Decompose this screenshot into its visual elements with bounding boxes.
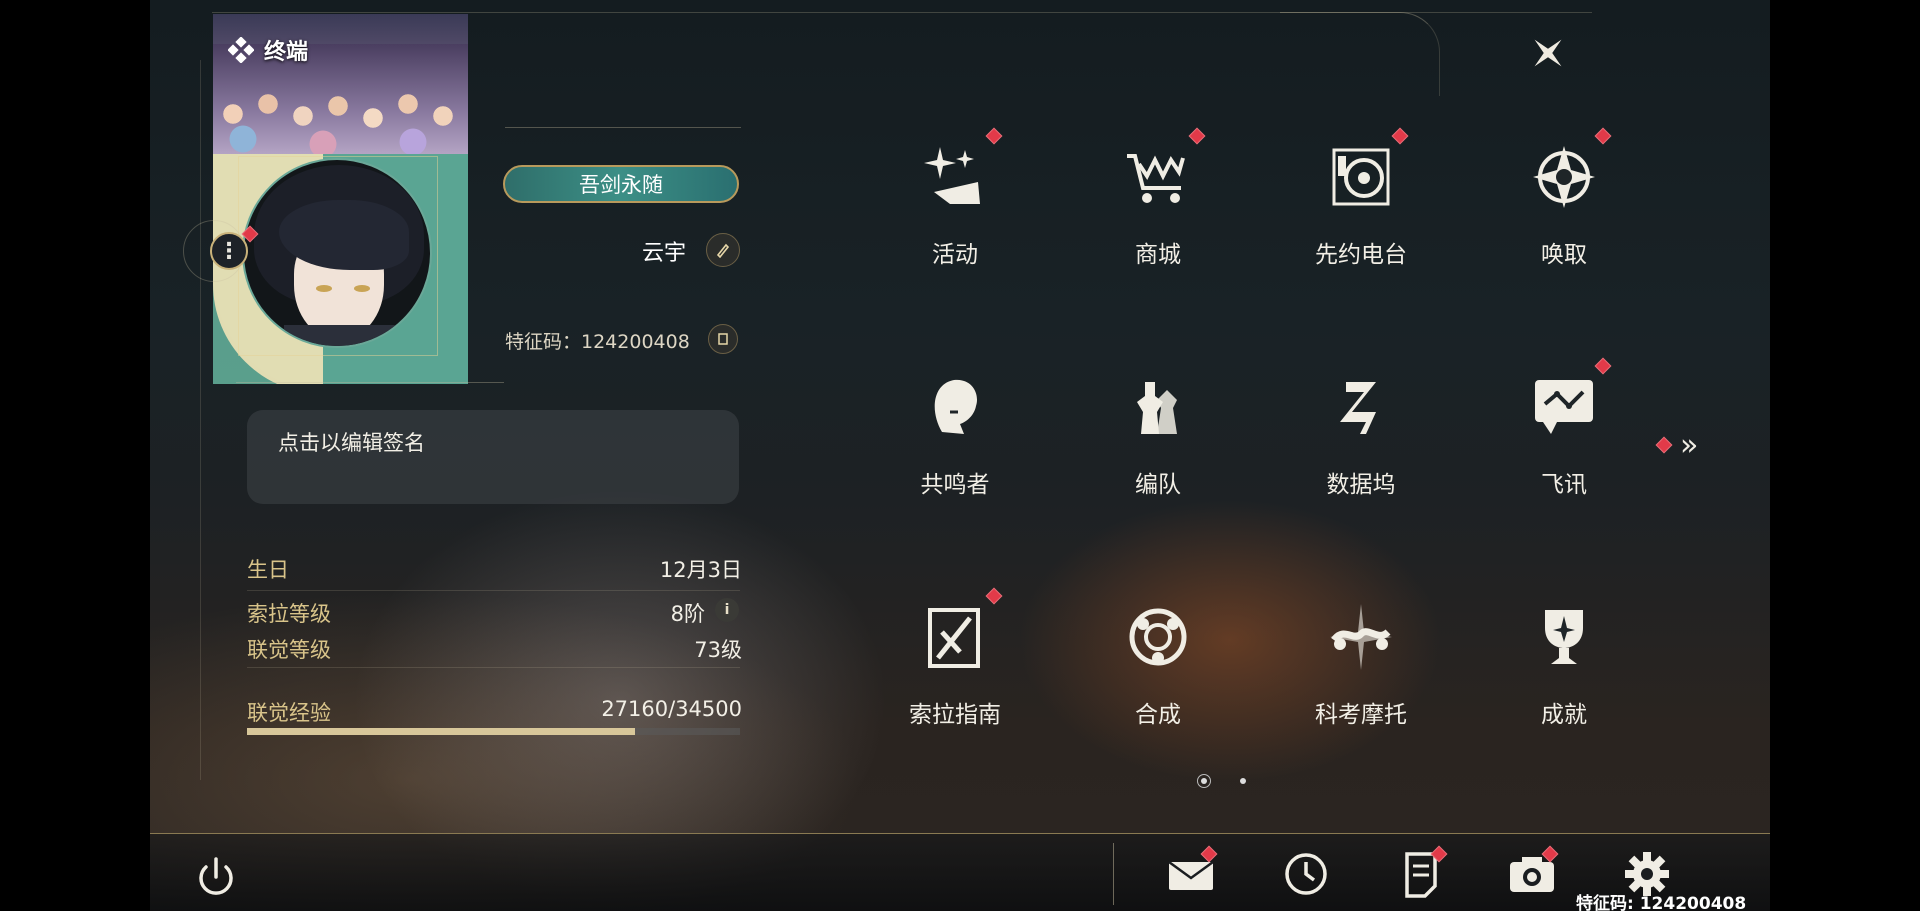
union-level-value: 73级 (694, 638, 742, 662)
next-page-button[interactable]: » (1655, 428, 1699, 463)
menu-item-label: 共鸣者 (920, 472, 990, 498)
menu-item-label: 唤取 (1541, 242, 1587, 268)
birthday-label: 生日 (247, 558, 289, 582)
bottom-bar-line (150, 833, 1770, 834)
avatar-menu-button[interactable]: ⋮ (210, 232, 248, 270)
menu-item-label: 编队 (1135, 472, 1181, 498)
copy-icon (718, 333, 728, 345)
sola-level-label: 索拉等级 (247, 602, 331, 626)
edit-name-button[interactable] (706, 233, 740, 267)
signature-box[interactable] (247, 410, 739, 504)
chess-team-icon (1137, 382, 1177, 434)
menu-item-1[interactable]: 活动 (885, 127, 1025, 312)
clock-icon (1285, 853, 1327, 895)
power-icon (199, 857, 233, 895)
menu-item-label: 先约电台 (1315, 242, 1407, 268)
exp-progress-fill (247, 728, 636, 735)
menu-item-label: 商城 (1135, 242, 1181, 268)
notes-button[interactable] (1395, 845, 1448, 900)
menu-item-label: 数据坞 (1326, 472, 1396, 498)
avatar-eye (316, 285, 332, 292)
pencil-icon (716, 243, 730, 258)
diamond-grid-icon (228, 37, 254, 63)
guide-icon (928, 608, 980, 668)
menu-item-label: 索拉指南 (909, 702, 1001, 728)
info-icon[interactable]: i (715, 598, 739, 622)
stat-divider (247, 590, 740, 591)
more-vertical-icon: ⋮ (218, 238, 240, 264)
copy-code-button[interactable] (708, 324, 738, 354)
motorbike-icon (1330, 604, 1392, 670)
banner-bottom-line (236, 382, 504, 383)
menu-item-12[interactable]: 成就 (1494, 592, 1634, 772)
menu-item-label: 飞讯 (1541, 472, 1587, 498)
feature-code: 特征码：124200408 (505, 331, 690, 353)
signature-text[interactable]: 点击以编辑签名 (278, 427, 425, 457)
union-exp-value: 27160/34500 (601, 697, 742, 721)
menu-item-label: 合成 (1135, 702, 1181, 728)
close-icon (1534, 39, 1562, 67)
clock-button[interactable] (1280, 848, 1332, 900)
compass-star-icon (1533, 146, 1595, 208)
message-screen-icon (1535, 380, 1593, 434)
title-badge-text: 吾剑永随 (579, 173, 663, 197)
menu-item-10[interactable]: 合成 (1088, 592, 1228, 772)
character-head-icon (934, 379, 978, 434)
player-name: 云宇 (642, 241, 687, 266)
terminal-title: 终端 (264, 40, 309, 65)
screen: { "header": {"terminal_title": "终端"}, "p… (0, 0, 1920, 911)
synthesis-icon (1129, 608, 1187, 666)
page-dot-1 (1201, 778, 1207, 784)
title-badge[interactable]: 吾剑永随 (503, 165, 739, 203)
bottom-separator (1113, 843, 1114, 905)
sola-level-value: 8阶 (670, 602, 705, 626)
menu-item-label: 科考摩托 (1315, 702, 1407, 728)
mail-button[interactable] (1165, 845, 1218, 900)
union-level-label: 联觉等级 (247, 638, 331, 662)
profile-divider (505, 127, 741, 128)
footer-uid: 特征码: 124200408 (1576, 894, 1747, 911)
menu-item-9[interactable]: 索拉指南 (885, 587, 1025, 772)
union-exp-label: 联觉经验 (247, 701, 331, 725)
terminal-header: 终端 (228, 34, 308, 66)
exp-progress-bar (247, 728, 740, 735)
menu-item-label: 活动 (932, 242, 978, 268)
trophy-icon (1545, 610, 1583, 664)
menu-item-5[interactable]: 共鸣者 (885, 362, 1025, 542)
shop-cart-icon (1127, 154, 1185, 203)
data-dock-icon (1340, 382, 1376, 434)
sparkle-activity-icon (924, 147, 980, 204)
avatar-eye (354, 285, 370, 292)
avatar[interactable] (242, 158, 432, 348)
menu-item-8[interactable]: 飞讯 (1494, 357, 1634, 542)
stat-divider (247, 667, 740, 668)
avatar-collar (284, 325, 404, 346)
menu-item-4[interactable]: 唤取 (1494, 127, 1634, 312)
menu-item-label: 成就 (1541, 702, 1587, 728)
menu-item-6[interactable]: 编队 (1088, 362, 1228, 542)
double-chevron-right-icon: » (1680, 428, 1699, 463)
menu-item-2[interactable]: 商城 (1088, 127, 1228, 312)
radio-icon (1332, 148, 1390, 206)
top-right-frame (1280, 12, 1440, 96)
menu-item-11[interactable]: 科考摩托 (1291, 592, 1431, 772)
menu-item-7[interactable]: 数据坞 (1291, 362, 1431, 542)
camera-button[interactable] (1506, 845, 1559, 900)
close-button[interactable] (1525, 30, 1571, 76)
page-dot-2[interactable] (1240, 778, 1246, 784)
birthday-value: 12月3日 (659, 558, 742, 582)
next-page-badge (1655, 436, 1673, 454)
left-edge-line (200, 60, 201, 780)
power-button[interactable] (190, 851, 242, 903)
menu-item-3[interactable]: 先约电台 (1291, 127, 1431, 312)
